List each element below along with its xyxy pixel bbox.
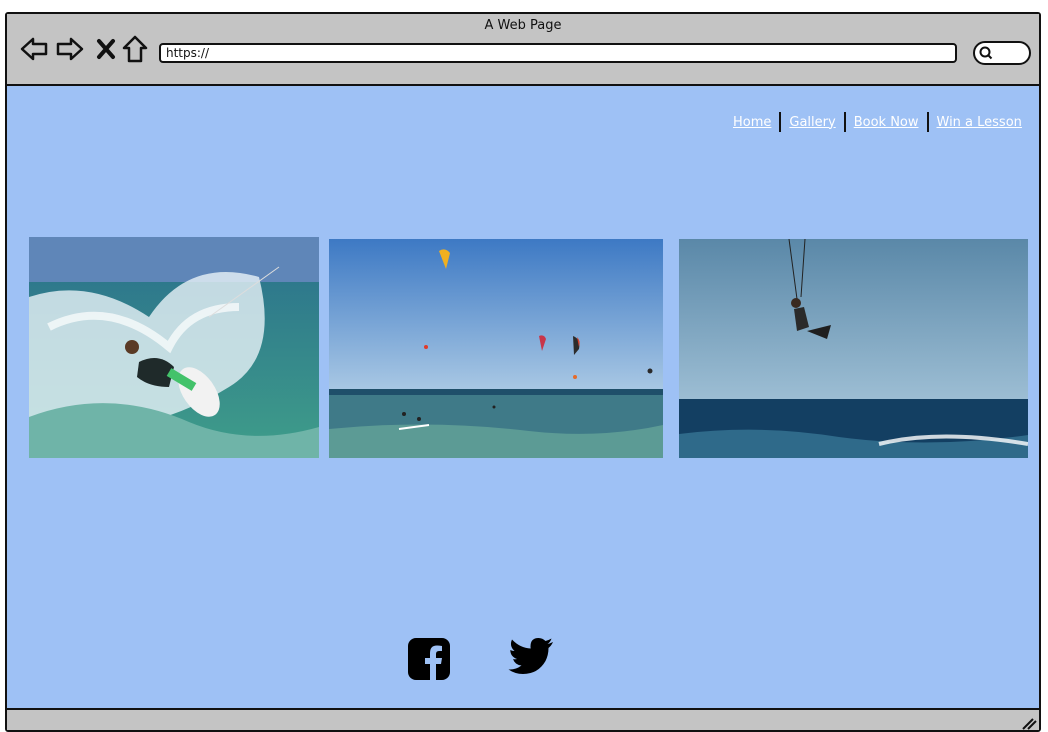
resize-grip-icon[interactable] [1019,716,1037,730]
address-bar[interactable]: https:// [159,43,957,63]
close-icon[interactable] [91,34,121,64]
browser-status-bar [7,708,1039,730]
forward-arrow-icon[interactable] [55,34,85,64]
nav-home-link[interactable]: Home [725,115,779,130]
back-arrow-icon[interactable] [19,34,49,64]
search-button[interactable] [973,41,1031,65]
search-icon [979,46,993,60]
nav-win-a-lesson-link[interactable]: Win a Lesson [929,115,1030,130]
home-icon[interactable] [120,34,150,64]
browser-toolbar: A Web Page https:// [7,14,1039,86]
nav-book-now-link[interactable]: Book Now [846,115,927,130]
twitter-icon[interactable] [507,636,555,678]
site-navigation: Home Gallery Book Now Win a Lesson [725,112,1030,132]
photo-kites-over-ocean [329,239,663,458]
photo-kitesurfer-carving-wave [29,237,319,458]
browser-window: A Web Page https:// Home Gallery Book No… [5,12,1041,732]
facebook-icon[interactable] [406,636,452,682]
photo-kitesurfer-jumping [679,239,1028,458]
window-title: A Web Page [484,18,562,33]
nav-gallery-link[interactable]: Gallery [781,115,843,130]
